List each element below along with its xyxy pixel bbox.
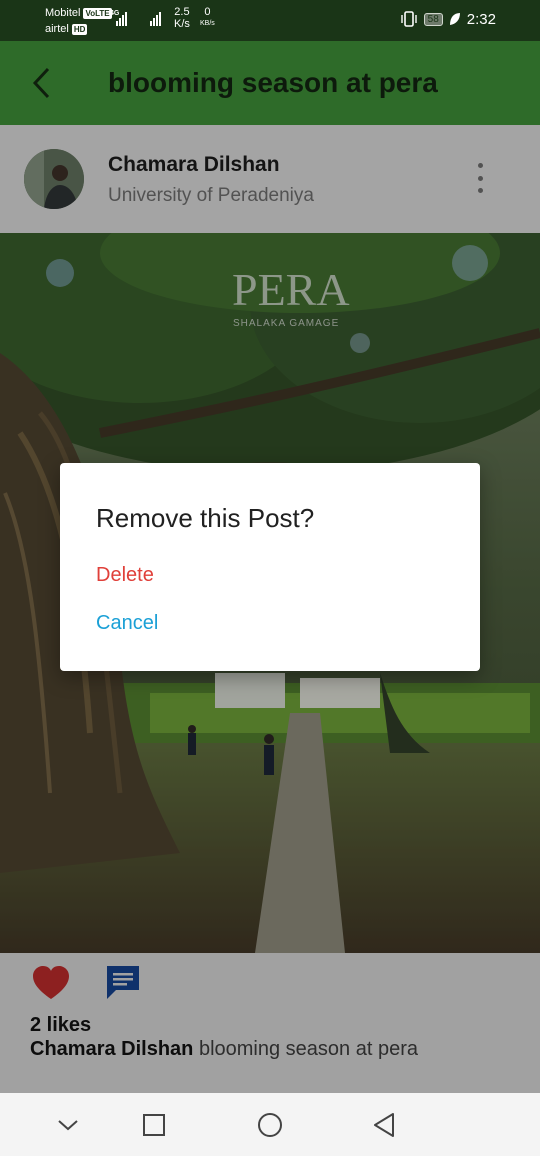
volte-badge: VoLTE — [83, 7, 112, 19]
page-title: blooming season at pera — [108, 67, 438, 98]
network-speed: 2.5 K/s — [174, 6, 190, 30]
data-unit: KB/s — [200, 20, 215, 27]
back-button[interactable] — [26, 61, 62, 105]
navigation-bar — [0, 1093, 540, 1156]
data-value: 0 — [204, 6, 211, 18]
delete-button[interactable]: Delete — [96, 564, 154, 587]
data-rate: 0 KB/s — [200, 6, 215, 30]
status-right: 58 2:32 — [400, 10, 496, 28]
hd-badge: HD — [71, 23, 88, 35]
vibrate-icon — [400, 11, 417, 27]
carrier-info: Mobitel VoLTE airtel HD — [45, 5, 112, 37]
chevron-left-icon — [32, 67, 50, 99]
battery-icon: 58 — [423, 12, 443, 26]
circle-home-icon[interactable] — [254, 1109, 286, 1141]
carrier-1-name: Mobitel — [45, 7, 81, 19]
chevron-down-icon[interactable] — [52, 1109, 84, 1141]
signal-icon-1 — [116, 8, 127, 26]
cancel-button[interactable]: Cancel — [96, 612, 158, 635]
speed-value: 2.5 — [174, 6, 190, 18]
signal-icon-2 — [150, 8, 161, 26]
triangle-back-icon[interactable] — [368, 1109, 400, 1141]
app-bar: blooming season at pera — [0, 41, 540, 125]
dialog-title: Remove this Post? — [96, 503, 315, 533]
clock: 2:32 — [466, 10, 496, 28]
remove-post-dialog: Remove this Post? Delete Cancel — [60, 463, 480, 671]
leaf-icon — [449, 13, 460, 25]
square-recent-icon[interactable] — [138, 1109, 170, 1141]
carrier-2-name: airtel — [45, 23, 69, 35]
speed-unit: K/s — [174, 18, 190, 30]
status-bar: Mobitel VoLTE airtel HD 4G 2.5 K/s 0 KB/… — [0, 0, 540, 41]
